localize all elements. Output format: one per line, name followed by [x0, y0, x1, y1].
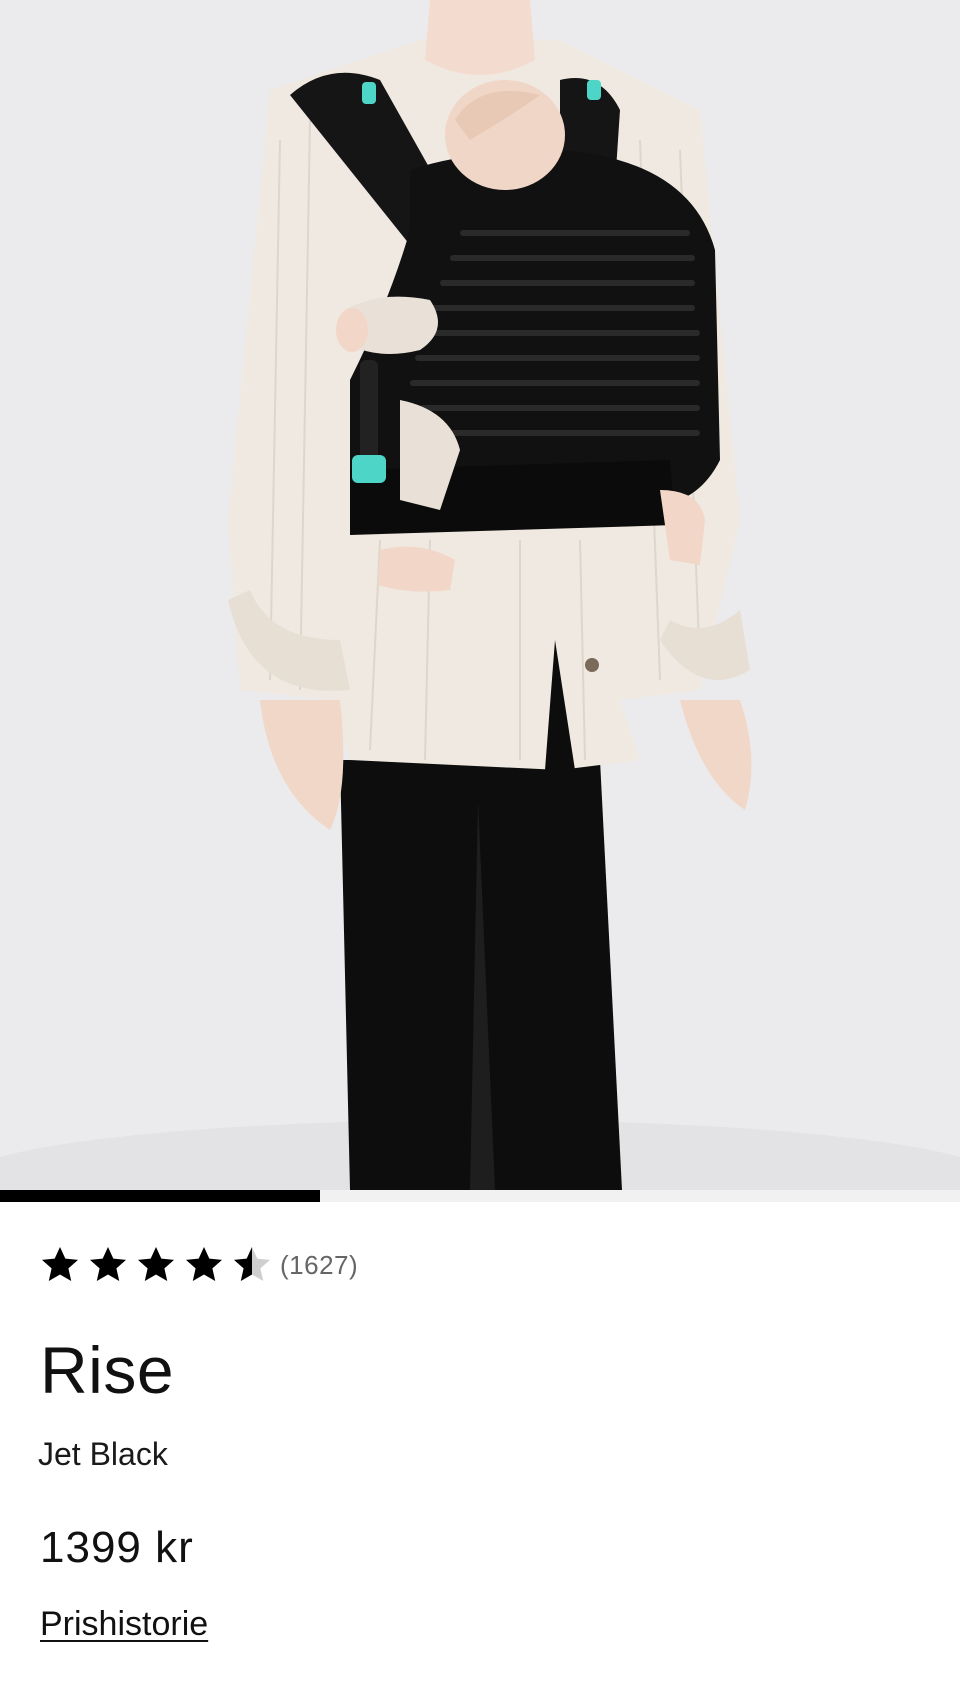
rating-stars [40, 1245, 272, 1285]
product-photo-illustration [0, 0, 960, 1190]
product-image[interactable] [0, 0, 960, 1190]
star-icon [136, 1245, 176, 1285]
carousel-progress [0, 1190, 960, 1202]
star-icon [40, 1245, 80, 1285]
price-history-link[interactable]: Prishistorie [40, 1600, 208, 1648]
review-count[interactable]: (1627) [280, 1250, 358, 1281]
star-icon [88, 1245, 128, 1285]
product-price: 1399 kr [40, 1523, 194, 1572]
star-icon [184, 1245, 224, 1285]
star-icon [232, 1245, 272, 1285]
product-variant: Jet Black [38, 1436, 168, 1472]
product-rating[interactable]: (1627) [40, 1240, 358, 1290]
carousel-progress-fill [0, 1190, 320, 1202]
product-title: Rise [40, 1333, 175, 1407]
